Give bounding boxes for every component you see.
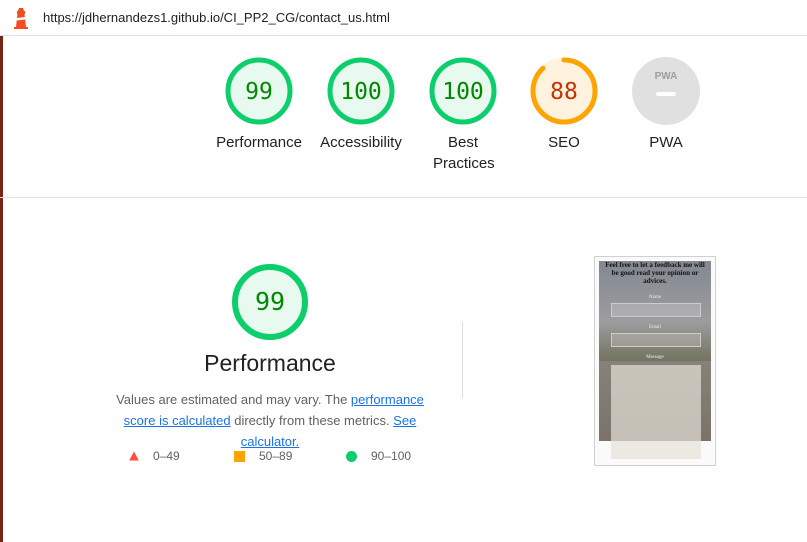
form-field-email bbox=[611, 333, 701, 347]
section-divider bbox=[462, 322, 463, 398]
legend-pass: 90–100 bbox=[346, 449, 411, 463]
green-circle-icon bbox=[346, 450, 357, 462]
form-label-email: Email bbox=[649, 325, 661, 330]
address-bar: https://jdhernandezs1.github.io/CI_PP2_C… bbox=[0, 0, 807, 36]
gauge-seo[interactable]: 88 SEO bbox=[514, 56, 614, 153]
gauge-label: Best Practices bbox=[433, 134, 495, 172]
gauge-pwa[interactable]: PWA PWA bbox=[616, 56, 716, 153]
lighthouse-icon bbox=[14, 8, 28, 29]
gauge-score: 100 bbox=[340, 79, 382, 105]
gauge-score: 88 bbox=[550, 79, 578, 105]
performance-description: Values are estimated and may vary. The p… bbox=[100, 389, 440, 452]
pwa-badge-text: PWA bbox=[655, 71, 678, 82]
page-heading: Feel free to let a feedback me will be g… bbox=[605, 261, 705, 285]
gauge-label: PWA bbox=[649, 134, 683, 151]
gauge-label: Performance bbox=[216, 134, 302, 151]
gauge-performance[interactable]: 99 Performance bbox=[209, 56, 309, 153]
form-field-name bbox=[611, 303, 701, 317]
legend-range: 90–100 bbox=[371, 449, 412, 463]
score-ring: 99 bbox=[232, 264, 308, 340]
legend-fail: 0–49 bbox=[129, 449, 180, 463]
form-field-message bbox=[611, 365, 701, 459]
performance-main-gauge: 99 bbox=[210, 262, 330, 342]
gauge-best-practices[interactable]: 100 Best Practices bbox=[413, 56, 513, 174]
orange-square-icon bbox=[234, 450, 245, 462]
legend-range: 50–89 bbox=[259, 449, 293, 463]
gauge-label: Accessibility bbox=[320, 134, 402, 151]
score-ring: 100 bbox=[327, 57, 395, 125]
performance-title: Performance bbox=[204, 350, 336, 376]
form-label-name: Name bbox=[649, 295, 661, 300]
gauge-accessibility[interactable]: 100 Accessibility bbox=[311, 56, 411, 153]
performance-score: 99 bbox=[255, 287, 285, 316]
legend-range: 0–49 bbox=[153, 449, 180, 463]
score-ring: 88 bbox=[530, 57, 598, 125]
form-label-message: Message bbox=[646, 355, 664, 360]
gauge-label: SEO bbox=[548, 134, 580, 151]
description-text: Values are estimated and may vary. The bbox=[116, 392, 351, 407]
pwa-badge-icon: PWA bbox=[632, 57, 700, 125]
score-ring: 99 bbox=[225, 57, 293, 125]
gauge-score: 100 bbox=[442, 79, 484, 105]
page-url[interactable]: https://jdhernandezs1.github.io/CI_PP2_C… bbox=[43, 10, 390, 25]
description-text: directly from these metrics. bbox=[230, 413, 394, 428]
final-screenshot-thumbnail[interactable]: Feel free to let a feedback me will be g… bbox=[594, 256, 716, 466]
red-triangle-icon bbox=[129, 451, 139, 461]
legend-average: 50–89 bbox=[234, 449, 292, 463]
score-ring: 100 bbox=[429, 57, 497, 125]
gauge-score: 99 bbox=[245, 79, 273, 105]
category-gauges: 99 Performance 100 Accessibility 100 Bes… bbox=[0, 36, 807, 198]
